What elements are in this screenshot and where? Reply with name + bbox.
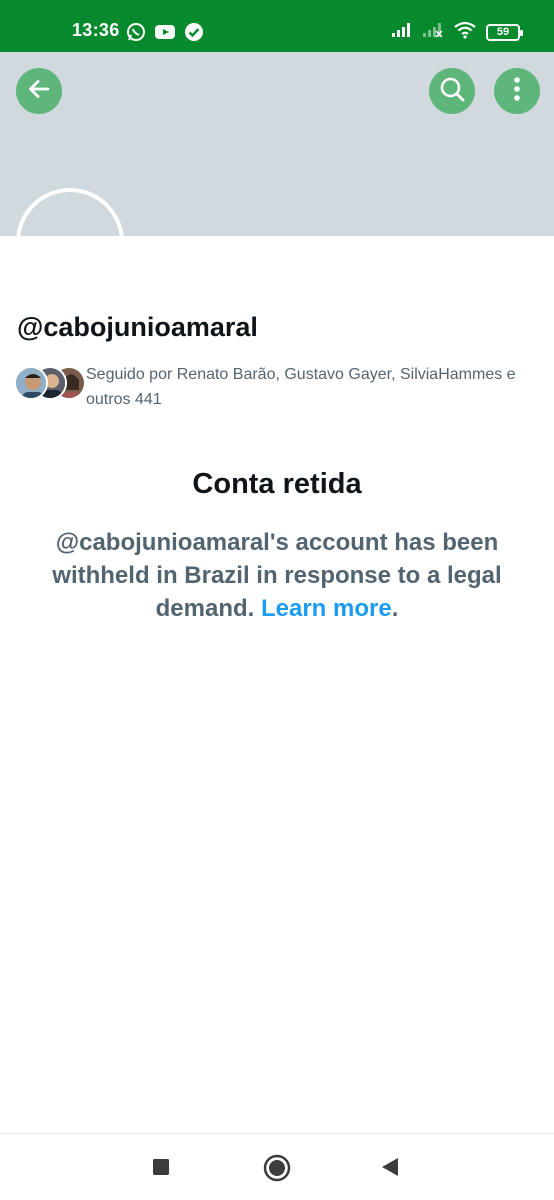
withheld-message: @cabojunioamaral's account has been with… <box>40 526 514 625</box>
more-options-button[interactable] <box>494 68 540 114</box>
withheld-title: Conta retida <box>192 468 362 500</box>
followed-by-text: Seguido por Renato Barão, Gustavo Gayer,… <box>86 366 516 408</box>
battery-icon: 59 <box>486 24 523 41</box>
recents-button[interactable] <box>152 1158 170 1181</box>
back-arrow-icon <box>26 76 52 107</box>
search-button[interactable] <box>429 68 475 114</box>
withheld-period: . <box>391 595 399 622</box>
search-icon <box>438 75 466 108</box>
system-icons: 59 <box>391 21 523 44</box>
recents-square-icon <box>152 1159 170 1180</box>
more-vertical-icon <box>513 76 521 107</box>
status-bar: 13:36 59 <box>0 0 554 52</box>
back-button[interactable] <box>16 68 62 114</box>
check-circle-icon <box>184 22 204 47</box>
wifi-icon <box>453 21 477 44</box>
learn-more-link[interactable]: Learn more <box>261 595 392 622</box>
notification-icons <box>126 22 204 47</box>
whatsapp-icon <box>126 22 146 47</box>
back-system-button[interactable] <box>380 1157 400 1182</box>
signal-icon <box>391 22 413 43</box>
home-button[interactable] <box>263 1154 291 1187</box>
system-navigation-bar <box>0 1133 554 1200</box>
followed-by-row[interactable]: Seguido por Renato Barão, Gustavo Gayer,… <box>14 362 534 412</box>
youtube-icon <box>154 23 176 46</box>
home-circle-icon <box>263 1154 291 1186</box>
follower-avatar <box>14 366 48 400</box>
profile-content: @cabojunioamaral Seguido por Renato Barã… <box>0 236 554 1133</box>
back-triangle-icon <box>380 1158 400 1181</box>
signal-off-icon <box>422 22 444 43</box>
profile-handle: @cabojunioamaral <box>17 312 258 342</box>
status-time: 13:36 <box>72 20 120 40</box>
